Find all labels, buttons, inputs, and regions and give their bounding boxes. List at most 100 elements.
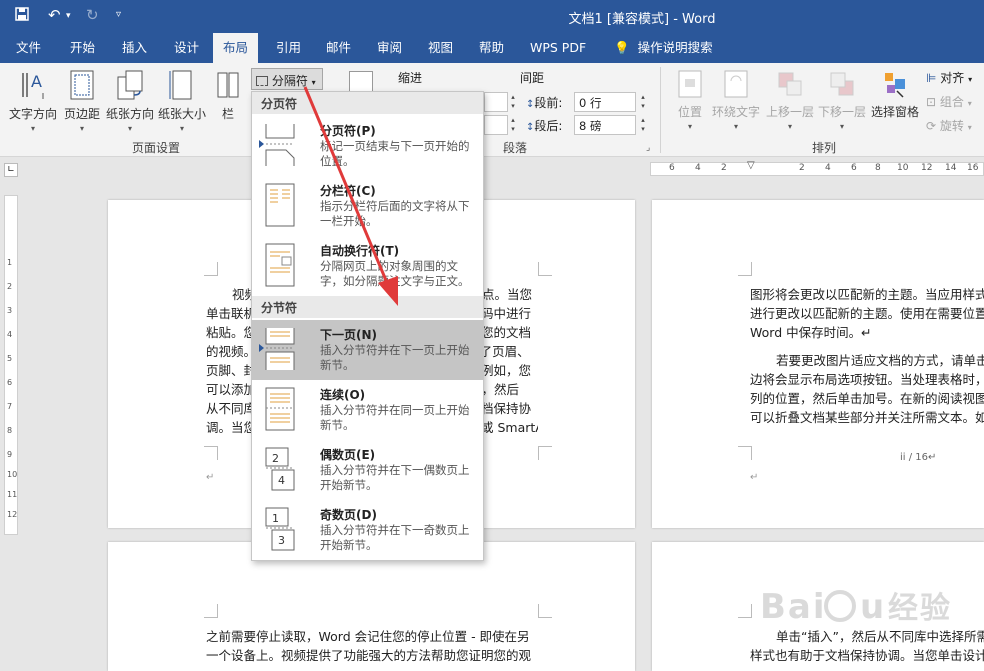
spacing-before-label: ↕段前: <box>526 96 563 110</box>
menu-item-odd-page[interactable]: 13 奇数页(D) 插入分节符并在下一奇数页上开始新节。 <box>252 500 483 560</box>
chevron-down-icon: ▾ <box>968 75 973 84</box>
tab-mailings[interactable]: 邮件 <box>316 33 361 63</box>
group-separator <box>660 67 661 153</box>
send-backward-icon <box>830 72 854 96</box>
menu-item-page-break[interactable]: 分页符(P) 标记一页结束与下一页开始的位置。 <box>252 116 483 176</box>
wrap-text-button[interactable]: 环绕文字 ▾ <box>710 69 762 131</box>
paragraph-dialog-launcher-icon[interactable]: ⌟ <box>646 143 650 153</box>
horizontal-ruler[interactable]: 6 4 2 2 4 6 8 10 12 14 16 ▽ <box>650 160 984 176</box>
align-icon: ⊫ <box>926 71 937 85</box>
watermark-logo-icon: Bai u 经验 <box>760 587 952 627</box>
svg-text:2: 2 <box>272 452 279 465</box>
breaks-dropdown-menu: 分页符 分页符(P) 标记一页结束与下一页开始的位置。 分栏符(C) 指示分栏符… <box>251 91 484 561</box>
paragraph-line: 边将会显示布局选项按钮。当处理表格时，单击要添加行或 <box>750 372 984 387</box>
indent-label: 缩进 <box>398 71 423 85</box>
window-title: 文档1 [兼容模式] - Word <box>568 12 716 27</box>
paragraph-line: 一个设备上。视频提供了功能强大的方法帮助您证明您的观 <box>206 648 532 663</box>
svg-text:A: A <box>31 72 42 91</box>
send-backward-button[interactable]: 下移一层 ▾ <box>816 69 868 131</box>
menu-item-text-wrapping-break[interactable]: 自动换行符(T) 分隔网页上的对象周围的文字，如分隔题注文字与正文。 <box>252 236 483 296</box>
odd-page-section-icon: 13 <box>265 507 295 551</box>
menu-item-next-page[interactable]: 下一页(N) 插入分节符并在下一页上开始新节。 <box>252 320 483 380</box>
text-direction-button[interactable]: A 文字方向 ▾ <box>6 69 60 133</box>
crop-mark <box>538 446 552 460</box>
breaks-icon <box>256 76 268 86</box>
even-page-section-icon: 24 <box>265 447 295 491</box>
ribbon: A 文字方向 ▾ 页边距 ▾ 纸张方向 ▾ 纸张大小 ▾ 栏 分隔符 ▾ 页面设… <box>0 63 984 157</box>
vertical-ruler[interactable]: 1 2 3 4 5 6 7 8 9 10 11 12 <box>4 195 18 535</box>
rotate-button[interactable]: ⟳ 旋转 ▾ <box>926 117 972 134</box>
align-button[interactable]: ⊫ 对齐 ▾ <box>926 69 972 86</box>
margins-icon <box>70 70 94 100</box>
paragraph-line: 进行更改以匹配新的主题。使用在需要位置出现的新按钮在 <box>750 306 984 321</box>
column-break-icon <box>265 183 295 227</box>
spacing-after-label: ↕段后: <box>526 119 563 133</box>
tab-layout[interactable]: 布局 <box>213 33 259 63</box>
crop-mark <box>538 604 552 618</box>
chevron-down-icon: ▾ <box>179 124 184 133</box>
text-wrapping-break-icon <box>265 243 295 287</box>
columns-button[interactable]: 栏 <box>214 69 242 122</box>
tab-insert[interactable]: 插入 <box>112 33 157 63</box>
tab-review[interactable]: 审阅 <box>367 33 412 63</box>
crop-mark <box>738 262 752 276</box>
spacing-before-field[interactable]: 0 行 <box>574 92 636 112</box>
bring-forward-button[interactable]: 上移一层 ▾ <box>764 69 816 131</box>
spacing-after-field[interactable]: 8 磅 <box>574 115 636 135</box>
position-button[interactable]: 位置 ▾ <box>672 69 708 131</box>
arrange-group-label: 排列 <box>812 141 837 155</box>
columns-icon <box>217 72 239 98</box>
paragraph-line: Word 中保存时间。↵ <box>750 325 872 340</box>
tab-help[interactable]: 帮助 <box>469 33 514 63</box>
tab-references[interactable]: 引用 <box>266 33 311 63</box>
selection-pane-button[interactable]: 选择窗格 <box>868 69 922 120</box>
page-breaks-section-header: 分页符 <box>252 92 483 114</box>
rotate-icon: ⟳ <box>926 119 937 133</box>
chevron-down-icon: ▾ <box>839 122 844 131</box>
spacing-before-spinner[interactable]: ▴ ▾ <box>638 93 648 111</box>
orientation-button[interactable]: 纸张方向 ▾ <box>104 69 156 133</box>
chevron-down-icon: ▾ <box>787 122 792 131</box>
chevron-down-icon: ▾ <box>967 99 972 108</box>
tab-view[interactable]: 视图 <box>418 33 463 63</box>
menu-item-even-page[interactable]: 24 偶数页(E) 插入分节符并在下一偶数页上开始新节。 <box>252 440 483 500</box>
tell-me-search[interactable]: 💡 操作说明搜索 <box>604 33 723 63</box>
indent-left-spinner[interactable]: ▴ ▾ <box>508 93 518 111</box>
tab-selector-icon[interactable]: ∟ <box>4 163 18 177</box>
tab-home[interactable]: 开始 <box>60 33 105 63</box>
lightbulb-icon: 💡 <box>614 40 630 55</box>
svg-text:Bai: Bai <box>760 587 827 627</box>
section-breaks-section-header: 分节符 <box>252 296 483 318</box>
menu-item-continuous[interactable]: 连续(O) 插入分节符并在同一页上开始新节。 <box>252 380 483 440</box>
indent-left-field[interactable] <box>484 92 508 112</box>
group-button[interactable]: ⊡ 组合 ▾ <box>926 93 972 110</box>
tab-design[interactable]: 设计 <box>164 33 209 63</box>
page-setup-group-label: 页面设置 <box>132 141 181 155</box>
chevron-down-icon: ▾ <box>733 122 738 131</box>
continuous-section-icon <box>265 387 295 431</box>
page-break-icon <box>265 124 295 166</box>
margins-button[interactable]: 页边距 ▾ <box>62 69 102 133</box>
indent-right-spinner[interactable]: ▴ ▾ <box>508 116 518 134</box>
menu-item-column-break[interactable]: 分栏符(C) 指示分栏符后面的文字将从下一栏开始。 <box>252 176 483 236</box>
chevron-down-icon: ▾ <box>30 124 35 133</box>
svg-text:4: 4 <box>278 474 285 487</box>
chevron-down-icon: ▾ <box>311 78 316 87</box>
svg-text:u: u <box>860 587 886 627</box>
indent-right-field[interactable] <box>484 115 508 135</box>
tab-file[interactable]: 文件 <box>6 33 51 63</box>
indent-marker-icon[interactable]: ▽ <box>747 160 755 171</box>
crop-mark <box>738 604 752 618</box>
tab-wps-pdf[interactable]: WPS PDF <box>520 33 596 63</box>
chevron-down-icon: ▾ <box>127 124 132 133</box>
crop-mark <box>538 262 552 276</box>
svg-text:3: 3 <box>278 534 285 547</box>
paragraph-line: 列的位置，然后单击加号。在新的阅读视图中阅读更加容易。 <box>750 391 984 406</box>
breaks-button[interactable]: 分隔符 ▾ <box>251 68 323 90</box>
svg-text:经验: 经验 <box>888 591 952 626</box>
spacing-after-spinner[interactable]: ▴ ▾ <box>638 116 648 134</box>
document-page-3[interactable]: 之前需要停止读取，Word 会记住您的停止位置 - 即使在另 一个设备上。视频提… <box>108 542 635 671</box>
size-button[interactable]: 纸张大小 ▾ <box>156 69 208 133</box>
svg-text:1: 1 <box>272 512 279 525</box>
document-page-2[interactable]: 图形将会更改以匹配新的主题。当应用样式时，您的标题会 进行更改以匹配新的主题。使… <box>652 200 984 528</box>
